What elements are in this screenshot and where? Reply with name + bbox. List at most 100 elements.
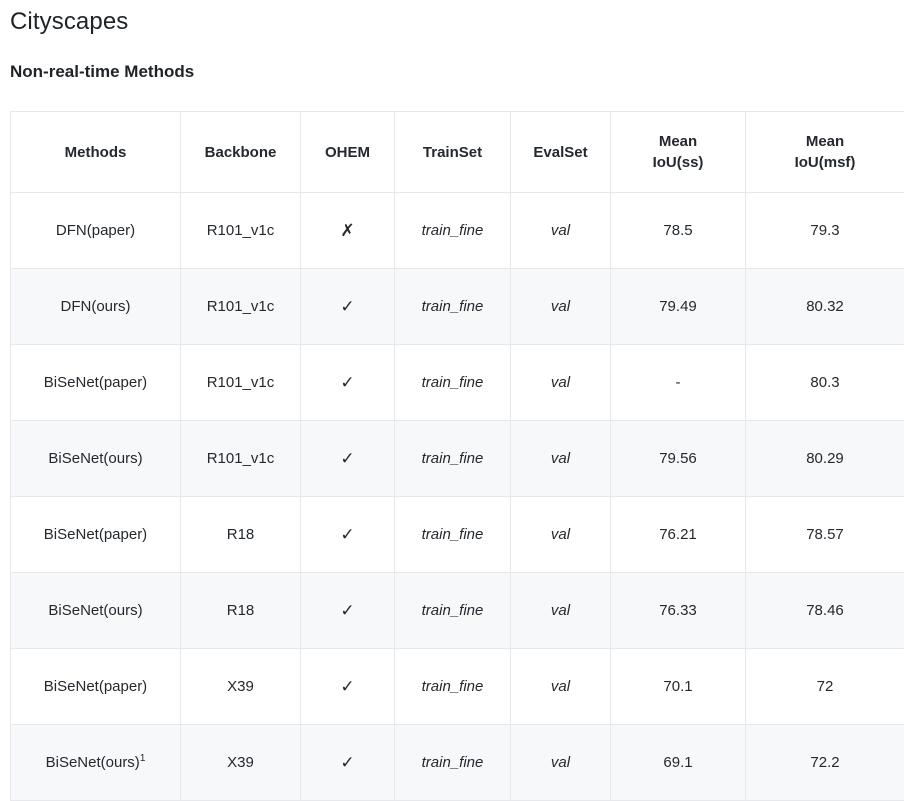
cell-evalset: val [511, 269, 611, 345]
section-title: Non-real-time Methods [0, 38, 904, 84]
cell-method: BiSeNet(paper) [11, 649, 181, 725]
check-mark-icon: ✓ [340, 298, 354, 315]
cell-miou-msf: 79.3 [746, 193, 904, 269]
cell-evalset: val [511, 345, 611, 421]
cell-method: DFN(paper) [11, 193, 181, 269]
cell-trainset: train_fine [395, 573, 511, 649]
cell-evalset: val [511, 573, 611, 649]
check-mark-icon: ✓ [340, 678, 354, 695]
cell-method: BiSeNet(paper) [11, 345, 181, 421]
cell-miou-ss: 69.1 [611, 725, 746, 801]
table-row: BiSeNet(paper) R18 ✓ train_fine val 76.2… [11, 497, 904, 573]
check-mark-icon: ✓ [340, 526, 354, 543]
table-body: DFN(paper) R101_v1c ✗ train_fine val 78.… [11, 193, 904, 801]
check-mark-icon: ✓ [340, 450, 354, 467]
table-header-row: Methods Backbone OHEM TrainSet EvalSet [11, 112, 904, 193]
cell-miou-msf: 78.46 [746, 573, 904, 649]
table-row: BiSeNet(ours) R18 ✓ train_fine val 76.33… [11, 573, 904, 649]
table-row: DFN(paper) R101_v1c ✗ train_fine val 78.… [11, 193, 904, 269]
cell-backbone: R101_v1c [181, 269, 301, 345]
cell-miou-msf: 78.57 [746, 497, 904, 573]
cell-miou-msf: 80.29 [746, 421, 904, 497]
cell-ohem: ✓ [301, 573, 395, 649]
column-header-backbone-line1: Backbone [185, 142, 296, 163]
cell-backbone: R101_v1c [181, 421, 301, 497]
column-header-evalset: EvalSet [511, 112, 611, 193]
cell-miou-msf: 72.2 [746, 725, 904, 801]
cell-miou-ss: 79.49 [611, 269, 746, 345]
table-row: BiSeNet(paper) R101_v1c ✓ train_fine val… [11, 345, 904, 421]
cell-method: BiSeNet(ours) [11, 573, 181, 649]
cell-backbone: X39 [181, 649, 301, 725]
results-table-container: Methods Backbone OHEM TrainSet EvalSet [10, 111, 904, 801]
cell-ohem: ✓ [301, 725, 395, 801]
cell-method: DFN(ours) [11, 269, 181, 345]
method-label: BiSeNet(paper) [44, 678, 147, 695]
cell-method: BiSeNet(ours) [11, 421, 181, 497]
cell-ohem: ✓ [301, 345, 395, 421]
check-mark-icon: ✓ [340, 602, 354, 619]
cell-evalset: val [511, 649, 611, 725]
cell-miou-ss: - [611, 345, 746, 421]
column-header-methods: Methods [11, 112, 181, 193]
cell-trainset: train_fine [395, 193, 511, 269]
column-header-mean-iou-msf: Mean IoU(msf) [746, 112, 904, 193]
cell-evalset: val [511, 421, 611, 497]
cell-ohem: ✓ [301, 421, 395, 497]
cell-miou-msf: 80.3 [746, 345, 904, 421]
page-container: Cityscapes Non-real-time Methods Methods [0, 0, 904, 801]
check-mark-icon: ✓ [340, 374, 354, 391]
column-header-mean-iou-ss-line1: Mean [615, 131, 741, 152]
cell-backbone: X39 [181, 725, 301, 801]
method-label: BiSeNet(paper) [44, 526, 147, 543]
column-header-evalset-line1: EvalSet [515, 142, 606, 163]
cell-evalset: val [511, 497, 611, 573]
cell-backbone: R18 [181, 573, 301, 649]
check-mark-icon: ✓ [340, 754, 354, 771]
cell-miou-msf: 80.32 [746, 269, 904, 345]
cell-method: BiSeNet(ours)1 [11, 725, 181, 801]
table-row: BiSeNet(ours)1 X39 ✓ train_fine val 69.1… [11, 725, 904, 801]
cell-evalset: val [511, 725, 611, 801]
cell-ohem: ✓ [301, 649, 395, 725]
table-row: BiSeNet(ours) R101_v1c ✓ train_fine val … [11, 421, 904, 497]
footnote-marker: 1 [140, 753, 146, 764]
column-header-ohem-line1: OHEM [305, 142, 390, 163]
cell-trainset: train_fine [395, 345, 511, 421]
cell-miou-ss: 70.1 [611, 649, 746, 725]
cell-trainset: train_fine [395, 649, 511, 725]
table-row: DFN(ours) R101_v1c ✓ train_fine val 79.4… [11, 269, 904, 345]
column-header-backbone: Backbone [181, 112, 301, 193]
method-label: DFN(ours) [61, 298, 131, 315]
method-label: BiSeNet(ours) [46, 754, 140, 771]
column-header-trainset-line1: TrainSet [399, 142, 506, 163]
cell-miou-ss: 79.56 [611, 421, 746, 497]
cell-backbone: R101_v1c [181, 193, 301, 269]
table-row: BiSeNet(paper) X39 ✓ train_fine val 70.1… [11, 649, 904, 725]
cell-ohem: ✓ [301, 497, 395, 573]
cell-backbone: R18 [181, 497, 301, 573]
cell-miou-ss: 76.21 [611, 497, 746, 573]
method-label: BiSeNet(ours) [48, 450, 142, 467]
cell-miou-msf: 72 [746, 649, 904, 725]
cell-ohem: ✓ [301, 269, 395, 345]
results-table: Methods Backbone OHEM TrainSet EvalSet [10, 111, 904, 801]
column-header-mean-iou-msf-line1: Mean [750, 131, 900, 152]
column-header-mean-iou-ss-line2: IoU(ss) [615, 152, 741, 173]
cell-trainset: train_fine [395, 421, 511, 497]
table-header: Methods Backbone OHEM TrainSet EvalSet [11, 112, 904, 193]
cross-mark-icon: ✗ [340, 222, 354, 239]
cell-trainset: train_fine [395, 725, 511, 801]
column-header-ohem: OHEM [301, 112, 395, 193]
page-title: Cityscapes [0, 0, 904, 38]
method-label: DFN(paper) [56, 222, 135, 239]
column-header-trainset: TrainSet [395, 112, 511, 193]
cell-miou-ss: 78.5 [611, 193, 746, 269]
column-header-mean-iou-msf-line2: IoU(msf) [750, 152, 900, 173]
cell-trainset: train_fine [395, 269, 511, 345]
cell-ohem: ✗ [301, 193, 395, 269]
cell-evalset: val [511, 193, 611, 269]
cell-miou-ss: 76.33 [611, 573, 746, 649]
column-header-mean-iou-ss: Mean IoU(ss) [611, 112, 746, 193]
cell-trainset: train_fine [395, 497, 511, 573]
